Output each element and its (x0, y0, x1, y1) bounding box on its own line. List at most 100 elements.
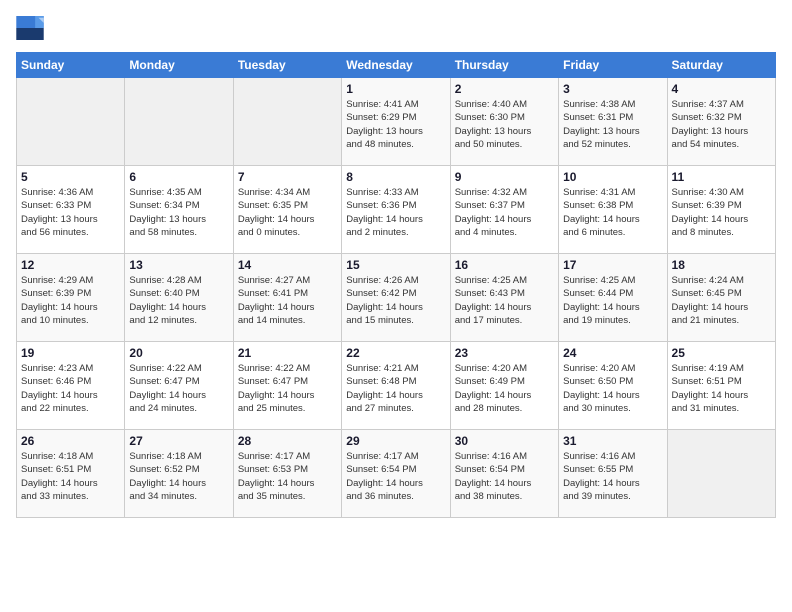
calendar-cell: 9 Sunrise: 4:32 AM Sunset: 6:37 PM Daylig… (450, 166, 558, 254)
logo-icon (16, 16, 44, 40)
cell-content: Sunrise: 4:31 AM Sunset: 6:38 PM Dayligh… (563, 186, 662, 239)
cell-content: Sunrise: 4:27 AM Sunset: 6:41 PM Dayligh… (238, 274, 337, 327)
cell-content: Sunrise: 4:17 AM Sunset: 6:53 PM Dayligh… (238, 450, 337, 503)
day-number: 25 (672, 346, 771, 360)
cell-content: Sunrise: 4:30 AM Sunset: 6:39 PM Dayligh… (672, 186, 771, 239)
calendar-cell: 2 Sunrise: 4:40 AM Sunset: 6:30 PM Daylig… (450, 78, 558, 166)
calendar-cell: 22 Sunrise: 4:21 AM Sunset: 6:48 PM Dayli… (342, 342, 450, 430)
calendar-week-4: 19 Sunrise: 4:23 AM Sunset: 6:46 PM Dayli… (17, 342, 776, 430)
cell-content: Sunrise: 4:41 AM Sunset: 6:29 PM Dayligh… (346, 98, 445, 151)
calendar-cell: 16 Sunrise: 4:25 AM Sunset: 6:43 PM Dayli… (450, 254, 558, 342)
day-number: 31 (563, 434, 662, 448)
cell-content: Sunrise: 4:33 AM Sunset: 6:36 PM Dayligh… (346, 186, 445, 239)
cell-content: Sunrise: 4:16 AM Sunset: 6:54 PM Dayligh… (455, 450, 554, 503)
day-number: 1 (346, 82, 445, 96)
weekday-header-sunday: Sunday (17, 53, 125, 78)
day-number: 3 (563, 82, 662, 96)
day-number: 8 (346, 170, 445, 184)
day-number: 18 (672, 258, 771, 272)
calendar-cell: 1 Sunrise: 4:41 AM Sunset: 6:29 PM Daylig… (342, 78, 450, 166)
day-number: 11 (672, 170, 771, 184)
calendar-week-5: 26 Sunrise: 4:18 AM Sunset: 6:51 PM Dayli… (17, 430, 776, 518)
calendar-cell (125, 78, 233, 166)
calendar-cell: 31 Sunrise: 4:16 AM Sunset: 6:55 PM Dayli… (559, 430, 667, 518)
day-number: 21 (238, 346, 337, 360)
day-number: 9 (455, 170, 554, 184)
calendar-header: SundayMondayTuesdayWednesdayThursdayFrid… (17, 53, 776, 78)
cell-content: Sunrise: 4:17 AM Sunset: 6:54 PM Dayligh… (346, 450, 445, 503)
calendar-cell: 30 Sunrise: 4:16 AM Sunset: 6:54 PM Dayli… (450, 430, 558, 518)
cell-content: Sunrise: 4:20 AM Sunset: 6:50 PM Dayligh… (563, 362, 662, 415)
calendar-cell: 29 Sunrise: 4:17 AM Sunset: 6:54 PM Dayli… (342, 430, 450, 518)
cell-content: Sunrise: 4:23 AM Sunset: 6:46 PM Dayligh… (21, 362, 120, 415)
day-number: 27 (129, 434, 228, 448)
day-number: 14 (238, 258, 337, 272)
cell-content: Sunrise: 4:32 AM Sunset: 6:37 PM Dayligh… (455, 186, 554, 239)
cell-content: Sunrise: 4:19 AM Sunset: 6:51 PM Dayligh… (672, 362, 771, 415)
day-number: 16 (455, 258, 554, 272)
calendar-cell: 21 Sunrise: 4:22 AM Sunset: 6:47 PM Dayli… (233, 342, 341, 430)
calendar-cell: 12Sunrise: 4:29 AM Sunset: 6:39 PM Dayli… (17, 254, 125, 342)
cell-content: Sunrise: 4:35 AM Sunset: 6:34 PM Dayligh… (129, 186, 228, 239)
cell-content: Sunrise: 4:34 AM Sunset: 6:35 PM Dayligh… (238, 186, 337, 239)
calendar-cell: 25 Sunrise: 4:19 AM Sunset: 6:51 PM Dayli… (667, 342, 775, 430)
cell-content: Sunrise: 4:16 AM Sunset: 6:55 PM Dayligh… (563, 450, 662, 503)
calendar-cell: 7 Sunrise: 4:34 AM Sunset: 6:35 PM Daylig… (233, 166, 341, 254)
cell-content: Sunrise: 4:22 AM Sunset: 6:47 PM Dayligh… (238, 362, 337, 415)
day-number: 19 (21, 346, 120, 360)
weekday-header-friday: Friday (559, 53, 667, 78)
cell-content: Sunrise: 4:18 AM Sunset: 6:52 PM Dayligh… (129, 450, 228, 503)
calendar-cell: 27 Sunrise: 4:18 AM Sunset: 6:52 PM Dayli… (125, 430, 233, 518)
calendar-cell: 26 Sunrise: 4:18 AM Sunset: 6:51 PM Dayli… (17, 430, 125, 518)
calendar-cell: 28 Sunrise: 4:17 AM Sunset: 6:53 PM Dayli… (233, 430, 341, 518)
weekday-header-thursday: Thursday (450, 53, 558, 78)
calendar-cell (17, 78, 125, 166)
calendar-cell: 3 Sunrise: 4:38 AM Sunset: 6:31 PM Daylig… (559, 78, 667, 166)
calendar-week-2: 5Sunrise: 4:36 AM Sunset: 6:33 PM Daylig… (17, 166, 776, 254)
page-header (16, 16, 776, 40)
calendar-cell: 19 Sunrise: 4:23 AM Sunset: 6:46 PM Dayli… (17, 342, 125, 430)
calendar-cell (667, 430, 775, 518)
cell-content: Sunrise: 4:29 AM Sunset: 6:39 PM Dayligh… (21, 274, 120, 327)
calendar-cell: 10 Sunrise: 4:31 AM Sunset: 6:38 PM Dayli… (559, 166, 667, 254)
day-number: 22 (346, 346, 445, 360)
day-number: 28 (238, 434, 337, 448)
weekday-row: SundayMondayTuesdayWednesdayThursdayFrid… (17, 53, 776, 78)
calendar-cell (233, 78, 341, 166)
calendar-table: SundayMondayTuesdayWednesdayThursdayFrid… (16, 52, 776, 518)
cell-content: Sunrise: 4:24 AM Sunset: 6:45 PM Dayligh… (672, 274, 771, 327)
day-number: 23 (455, 346, 554, 360)
day-number: 26 (21, 434, 120, 448)
calendar-cell: 14 Sunrise: 4:27 AM Sunset: 6:41 PM Dayli… (233, 254, 341, 342)
cell-content: Sunrise: 4:25 AM Sunset: 6:43 PM Dayligh… (455, 274, 554, 327)
cell-content: Sunrise: 4:37 AM Sunset: 6:32 PM Dayligh… (672, 98, 771, 151)
cell-content: Sunrise: 4:38 AM Sunset: 6:31 PM Dayligh… (563, 98, 662, 151)
calendar-cell: 17Sunrise: 4:25 AM Sunset: 6:44 PM Dayli… (559, 254, 667, 342)
cell-content: Sunrise: 4:18 AM Sunset: 6:51 PM Dayligh… (21, 450, 120, 503)
cell-content: Sunrise: 4:40 AM Sunset: 6:30 PM Dayligh… (455, 98, 554, 151)
weekday-header-saturday: Saturday (667, 53, 775, 78)
cell-content: Sunrise: 4:21 AM Sunset: 6:48 PM Dayligh… (346, 362, 445, 415)
day-number: 30 (455, 434, 554, 448)
day-number: 24 (563, 346, 662, 360)
cell-content: Sunrise: 4:22 AM Sunset: 6:47 PM Dayligh… (129, 362, 228, 415)
day-number: 6 (129, 170, 228, 184)
calendar-cell: 18 Sunrise: 4:24 AM Sunset: 6:45 PM Dayli… (667, 254, 775, 342)
day-number: 10 (563, 170, 662, 184)
calendar-body: 1 Sunrise: 4:41 AM Sunset: 6:29 PM Daylig… (17, 78, 776, 518)
logo (16, 16, 48, 40)
calendar-week-1: 1 Sunrise: 4:41 AM Sunset: 6:29 PM Daylig… (17, 78, 776, 166)
calendar-cell: 20Sunrise: 4:22 AM Sunset: 6:47 PM Dayli… (125, 342, 233, 430)
calendar-cell: 23Sunrise: 4:20 AM Sunset: 6:49 PM Dayli… (450, 342, 558, 430)
weekday-header-monday: Monday (125, 53, 233, 78)
day-number: 29 (346, 434, 445, 448)
day-number: 2 (455, 82, 554, 96)
day-number: 15 (346, 258, 445, 272)
calendar-week-3: 12Sunrise: 4:29 AM Sunset: 6:39 PM Dayli… (17, 254, 776, 342)
day-number: 17 (563, 258, 662, 272)
weekday-header-tuesday: Tuesday (233, 53, 341, 78)
calendar-cell: 5Sunrise: 4:36 AM Sunset: 6:33 PM Daylig… (17, 166, 125, 254)
day-number: 7 (238, 170, 337, 184)
calendar-cell: 13Sunrise: 4:28 AM Sunset: 6:40 PM Dayli… (125, 254, 233, 342)
calendar-cell: 11 Sunrise: 4:30 AM Sunset: 6:39 PM Dayli… (667, 166, 775, 254)
